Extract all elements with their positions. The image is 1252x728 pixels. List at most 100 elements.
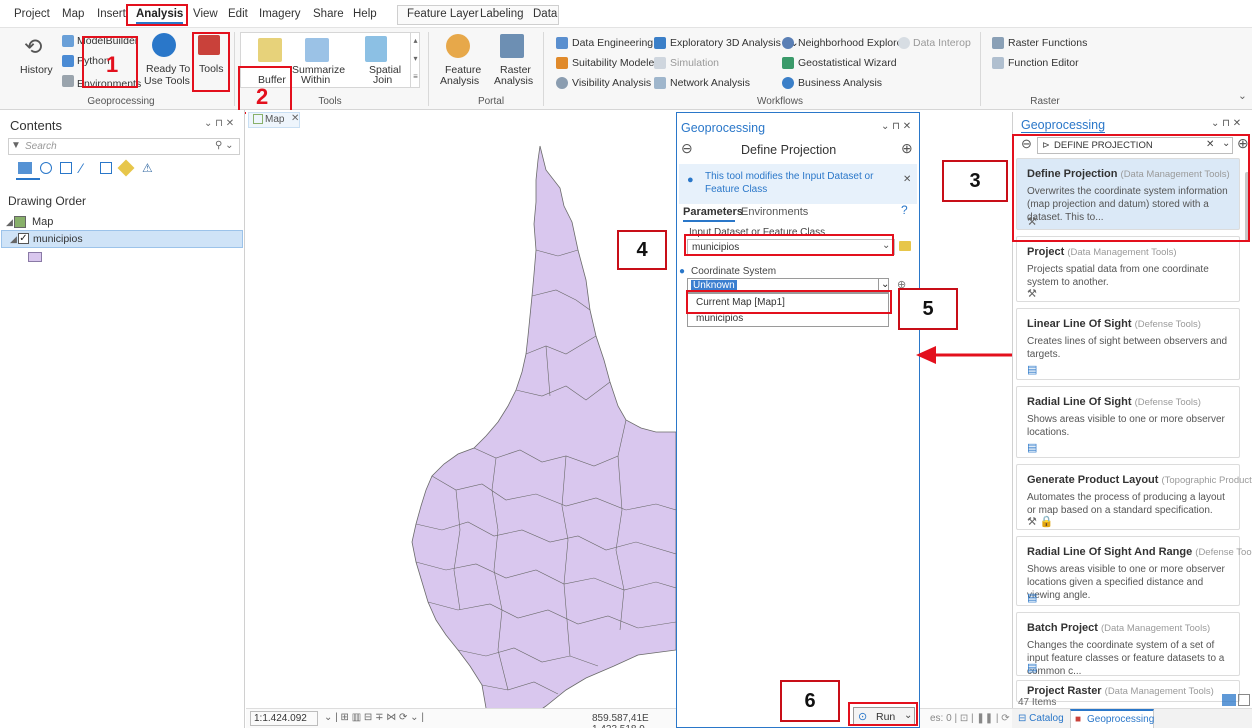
result-card-radial-los[interactable]: Radial Line Of Sight (Defense Tools) Sho… xyxy=(1016,386,1240,458)
neighborhood-explorer-button[interactable]: Neighborhood Explorer xyxy=(798,37,906,49)
result-card-generate-product-layout[interactable]: Generate Product Layout (Topographic Pro… xyxy=(1016,464,1252,530)
tab-environments[interactable]: Environments xyxy=(741,206,808,218)
info-banner: ● This tool modifies the Input Dataset o… xyxy=(679,164,917,204)
script-tool-icon: ▤ xyxy=(1027,662,1038,674)
menu-view[interactable]: View xyxy=(193,8,218,20)
network-analysis-button[interactable]: Network Analysis xyxy=(670,77,750,89)
scale-box[interactable]: 1:1.424.092 xyxy=(250,711,318,726)
pane-menu-icon[interactable]: ⌄ ⊓ ✕ xyxy=(204,118,234,129)
status-icons[interactable]: es: 0 | ⊡ | ❚❚ | ⟳ xyxy=(930,713,1010,724)
business-analysis-icon xyxy=(782,77,794,89)
group-label-portal: Portal xyxy=(477,96,505,107)
map-node-label[interactable]: Map xyxy=(32,216,53,228)
tab-parameters[interactable]: Parameters xyxy=(683,206,743,218)
menu-labeling[interactable]: Labeling xyxy=(480,8,523,20)
help-icon[interactable]: ? xyxy=(901,203,908,217)
function-editor-button[interactable]: Function Editor xyxy=(1008,57,1079,69)
result-card-project[interactable]: Project (Data Management Tools) Projects… xyxy=(1016,236,1240,302)
list-by-perspective-icon[interactable]: ⚠ xyxy=(142,161,153,175)
catalog-tab[interactable]: ⊟ Catalog xyxy=(1018,713,1064,724)
result-name: Project Raster xyxy=(1027,685,1102,697)
simulation-button[interactable]: Simulation xyxy=(670,57,719,69)
tool-title: Define Projection xyxy=(741,143,837,157)
business-analysis-button[interactable]: Business Analysis xyxy=(798,77,882,89)
ribbon-collapse-icon[interactable]: ⌄ xyxy=(1238,90,1247,102)
gallery-scroll[interactable]: ▴ ▾ ≡ xyxy=(410,32,420,88)
result-source: (Topographic Production... xyxy=(1161,475,1252,486)
list-by-drawing-order-icon[interactable] xyxy=(18,162,32,174)
dropdown-option-municipios[interactable]: municipios xyxy=(696,313,743,324)
layer-label[interactable]: municipios xyxy=(33,233,83,245)
result-name: Batch Project xyxy=(1027,622,1098,634)
chevron-down-icon[interactable]: ⌄ xyxy=(878,279,889,290)
data-engineering-icon xyxy=(556,37,568,49)
result-desc: Automates the process of producing a lay… xyxy=(1027,492,1225,516)
search-icon[interactable]: ⚲ ⌄ xyxy=(215,140,233,151)
active-tab-indicator xyxy=(16,178,40,180)
map-view[interactable]: Map ✕ xyxy=(246,110,676,728)
list-by-source-icon[interactable] xyxy=(40,162,52,174)
geoprocessing-tab[interactable]: ■ Geoprocessing xyxy=(1070,709,1154,728)
map-canvas xyxy=(411,145,676,728)
browse-folder-icon[interactable] xyxy=(899,241,911,251)
menu-edit[interactable]: Edit xyxy=(228,8,248,20)
back-arrow-icon[interactable]: ⊖ xyxy=(681,140,693,157)
history-icon: ⟲ xyxy=(24,34,43,59)
pane-options-icon[interactable]: ⌄ ⊓ ✕ xyxy=(881,121,911,132)
annotation-box-tools xyxy=(192,32,230,92)
neighborhood-explorer-icon xyxy=(782,37,794,49)
grid-view-icon[interactable] xyxy=(1222,694,1236,706)
scale-dropdown-icon[interactable]: ⌄ | ⊞ ▥ ⊟ ∓ ⋈ ⟳ ⌄ | xyxy=(324,712,424,723)
annotation-number-4: 4 xyxy=(617,230,667,270)
annotation-box-run xyxy=(848,702,918,726)
dismiss-info-icon[interactable]: ✕ xyxy=(903,174,911,185)
data-engineering-button[interactable]: Data Engineering xyxy=(572,37,653,49)
layer-symbol-swatch[interactable] xyxy=(28,252,42,262)
geostatistical-wizard-icon xyxy=(782,57,794,69)
pane-options-icon[interactable]: ⌄ ⊓ ✕ xyxy=(1211,118,1241,129)
menu-help[interactable]: Help xyxy=(353,8,377,20)
ready-to-use-button[interactable]: Ready To xyxy=(146,63,190,75)
layer-visibility-checkbox[interactable]: ✓ xyxy=(18,233,29,244)
result-name: Project xyxy=(1027,246,1065,258)
menu-imagery[interactable]: Imagery xyxy=(259,8,301,20)
result-card-radial-los-range[interactable]: Radial Line Of Sight And Range (Defense … xyxy=(1016,536,1252,606)
menu-project[interactable]: Project xyxy=(14,8,50,20)
list-by-selection-icon[interactable] xyxy=(60,162,72,174)
contents-pane: Contents ⌄ ⊓ ✕ ▼ Search ⚲ ⌄ ⁄ ⚠ Drawing … xyxy=(0,110,245,728)
expand-layer-icon[interactable]: ◢ xyxy=(10,234,17,245)
visibility-analysis-button[interactable]: Visibility Analysis xyxy=(572,77,651,89)
menu-map[interactable]: Map xyxy=(62,8,84,20)
group-label-tools: Tools xyxy=(318,96,342,107)
expand-map-icon[interactable]: ◢ xyxy=(6,217,13,228)
list-by-labeling-icon[interactable] xyxy=(117,159,135,177)
result-source: (Data Management Tools) xyxy=(1067,247,1177,258)
result-name: Generate Product Layout xyxy=(1027,474,1159,486)
menu-data[interactable]: Data xyxy=(533,8,557,20)
result-card-batch-project[interactable]: Batch Project (Data Management Tools) Ch… xyxy=(1016,612,1240,677)
list-view-icon[interactable] xyxy=(1238,694,1250,706)
add-icon[interactable]: ⊕ xyxy=(901,140,913,157)
menu-insert[interactable]: Insert xyxy=(97,8,126,20)
annotation-number-1: 1 xyxy=(106,52,119,77)
geostatistical-wizard-button[interactable]: Geostatistical Wizard xyxy=(798,57,897,69)
list-by-editing-icon[interactable]: ⁄ xyxy=(80,160,82,176)
history-button[interactable]: History xyxy=(20,64,53,76)
group-label-geoprocessing: Geoprocessing xyxy=(87,96,155,107)
list-by-snapping-icon[interactable] xyxy=(100,162,112,174)
result-desc: Changes the coordinate system of a set o… xyxy=(1027,640,1225,677)
raster-functions-button[interactable]: Raster Functions xyxy=(1008,37,1087,49)
gp-search-header: Geoprocessing xyxy=(1021,118,1106,133)
contents-search-box[interactable]: ▼ Search ⚲ ⌄ xyxy=(8,138,240,155)
menu-feature-layer[interactable]: Feature Layer xyxy=(407,8,479,20)
contents-search-input[interactable]: Search xyxy=(25,141,57,152)
suitability-modeler-button[interactable]: Suitability Modeler xyxy=(572,57,658,69)
annotation-box-search xyxy=(1012,134,1250,242)
raster-analysis-icon xyxy=(500,34,524,58)
exploratory-3d-button[interactable]: Exploratory 3D Analysis xyxy=(670,37,781,49)
menu-share[interactable]: Share xyxy=(313,8,344,20)
coordinate-readout: 859.587,41E 1.423.518,9 xyxy=(592,713,649,728)
ready-to-use-icon xyxy=(152,33,176,57)
data-interop-button[interactable]: Data Interop xyxy=(913,37,971,49)
result-card-linear-los[interactable]: Linear Line Of Sight (Defense Tools) Cre… xyxy=(1016,308,1240,380)
